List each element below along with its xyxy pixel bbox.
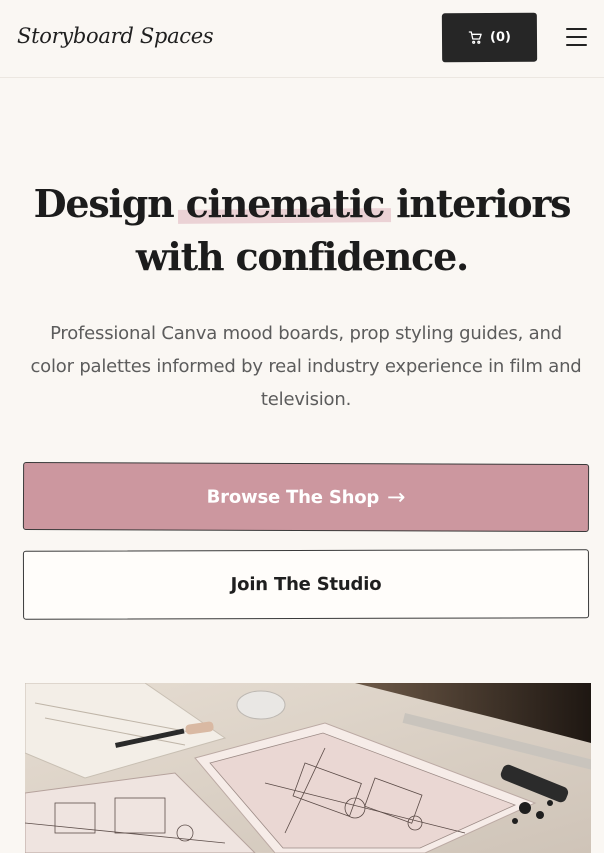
hero-title-highlight: cinematic	[186, 177, 386, 230]
join-studio-button[interactable]: Join The Studio	[22, 549, 590, 620]
arrow-right-icon: →	[387, 484, 406, 510]
site-header: Storyboard Spaces (0)	[0, 0, 604, 78]
hero-title: Design cinematic interiors with confiden…	[0, 177, 604, 283]
join-studio-label: Join The Studio	[230, 573, 382, 596]
hero-image	[25, 683, 591, 853]
browse-shop-button[interactable]: Browse The Shop →	[22, 462, 590, 532]
cart-icon	[468, 31, 482, 44]
hero-title-part1: Design	[33, 181, 186, 226]
browse-shop-label: Browse The Shop	[206, 486, 380, 508]
sketch-illustration	[25, 683, 591, 853]
menu-line	[566, 44, 587, 46]
cart-count: (0)	[489, 29, 512, 45]
site-logo[interactable]: Storyboard Spaces	[17, 24, 214, 48]
hero-subtitle: Professional Canva mood boards, prop sty…	[30, 323, 582, 410]
hamburger-menu-icon[interactable]	[564, 25, 588, 49]
menu-line	[566, 36, 587, 38]
menu-line	[566, 28, 587, 30]
cart-button[interactable]: (0)	[441, 12, 538, 63]
